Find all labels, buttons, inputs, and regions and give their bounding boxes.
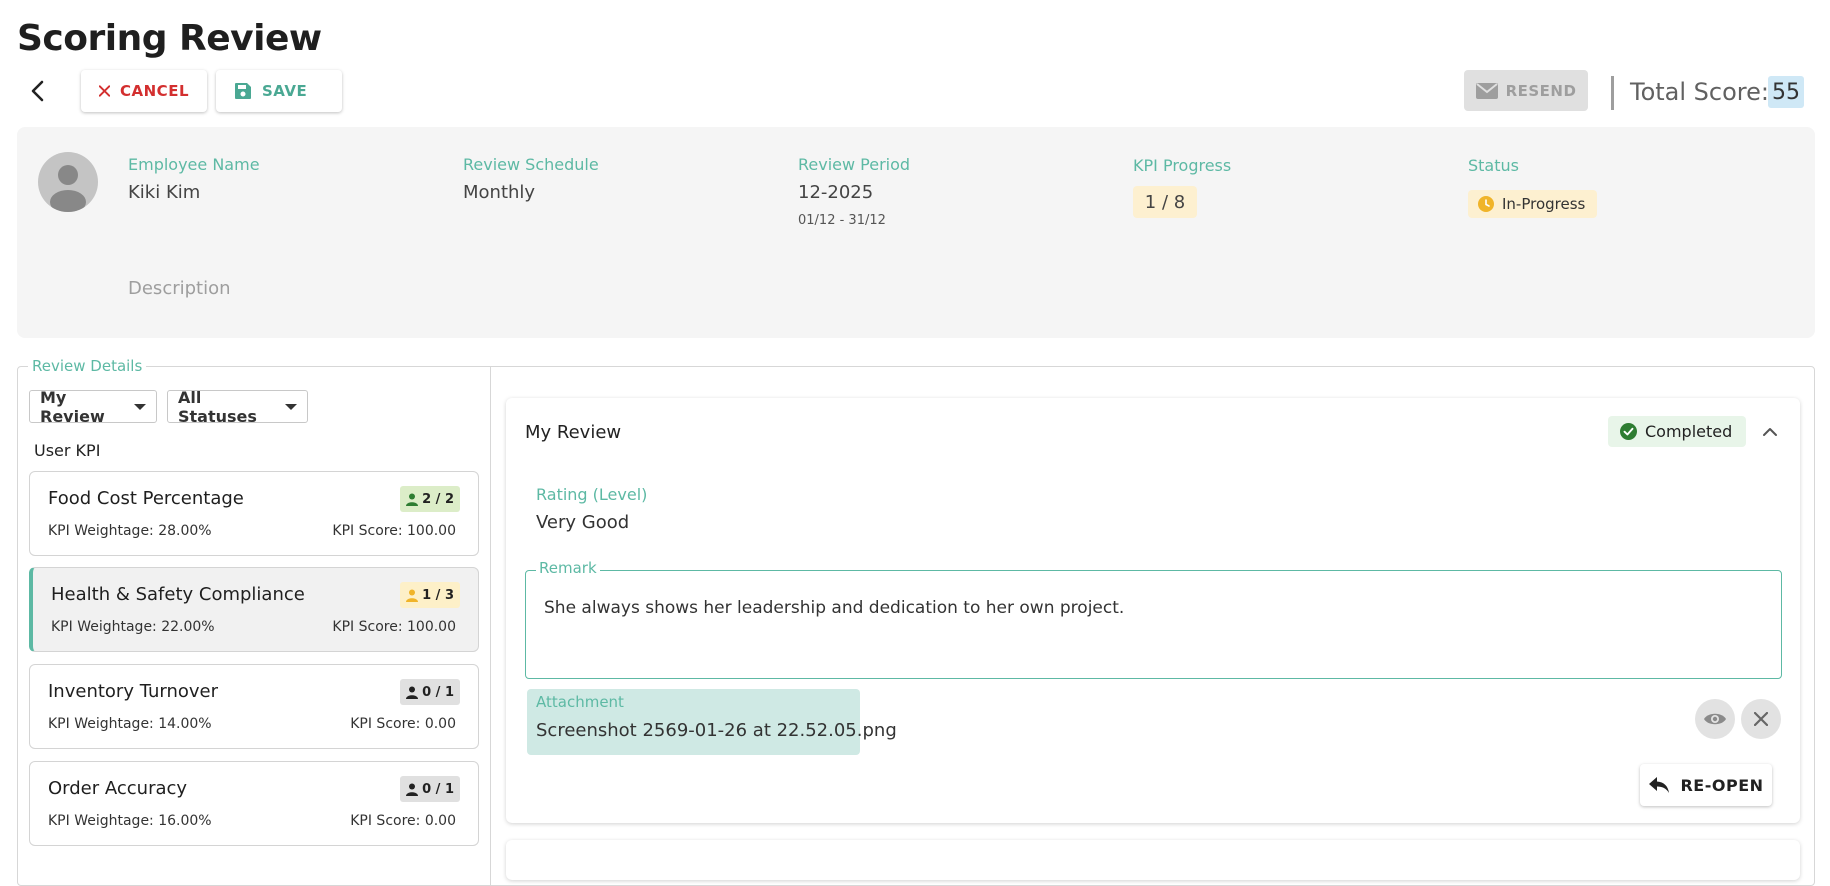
collapse-button[interactable] bbox=[1756, 418, 1784, 446]
person-icon bbox=[406, 493, 419, 506]
rating-value: Very Good bbox=[536, 512, 630, 533]
status-label: Status bbox=[1468, 156, 1519, 175]
kpi-badge-count: 0 / 1 bbox=[422, 781, 454, 797]
kpi-reviewer-badge: 2 / 2 bbox=[400, 486, 460, 512]
attachment-filename: Screenshot 2569-01-26 at 22.52.05.png bbox=[536, 720, 897, 741]
review-period-range: 01/12 - 31/12 bbox=[798, 213, 886, 228]
eye-icon bbox=[1704, 713, 1726, 725]
status-value: In-Progress bbox=[1502, 195, 1586, 213]
attachment-label: Attachment bbox=[536, 693, 624, 711]
reopen-label: RE-OPEN bbox=[1680, 775, 1764, 795]
next-review-card bbox=[506, 840, 1800, 880]
reply-icon bbox=[1649, 777, 1670, 793]
review-info-panel bbox=[17, 127, 1815, 338]
remove-attachment-button[interactable] bbox=[1741, 699, 1781, 739]
remark-field[interactable] bbox=[525, 570, 1782, 679]
clock-icon bbox=[1478, 196, 1494, 212]
save-disk-icon bbox=[235, 83, 251, 99]
kpi-score: KPI Score: 100.00 bbox=[332, 619, 456, 635]
mail-icon bbox=[1475, 82, 1498, 99]
kpi-weightage: KPI Weightage: 28.00% bbox=[48, 523, 212, 539]
person-icon bbox=[406, 686, 419, 699]
chevron-up-icon bbox=[1763, 428, 1777, 436]
review-details-legend: Review Details bbox=[28, 357, 147, 375]
kpi-score: KPI Score: 0.00 bbox=[350, 813, 456, 829]
kpi-score: KPI Score: 0.00 bbox=[350, 716, 456, 732]
employee-name-label: Employee Name bbox=[128, 155, 260, 174]
review-schedule: Monthly bbox=[463, 182, 536, 203]
kpi-reviewer-badge: 0 / 1 bbox=[400, 679, 460, 705]
panel-divider bbox=[490, 366, 491, 886]
review-card-title: My Review bbox=[525, 422, 622, 443]
close-icon bbox=[1754, 712, 1768, 726]
kpi-card[interactable]: Food Cost Percentage 2 / 2 KPI Weightage… bbox=[29, 471, 479, 556]
view-attachment-button[interactable] bbox=[1695, 699, 1735, 739]
check-circle-icon bbox=[1620, 423, 1637, 440]
caret-down-icon bbox=[134, 403, 146, 410]
review-period-label: Review Period bbox=[798, 155, 911, 174]
kpi-title: Inventory Turnover bbox=[48, 681, 218, 702]
kpi-badge-count: 2 / 2 bbox=[422, 491, 454, 507]
remark-label: Remark bbox=[536, 559, 600, 577]
person-icon bbox=[406, 589, 419, 602]
kpi-card[interactable]: Order Accuracy 0 / 1 KPI Weightage: 16.0… bbox=[29, 761, 479, 846]
completed-status-label: Completed bbox=[1645, 422, 1733, 441]
status-chip: In-Progress bbox=[1468, 190, 1598, 218]
kpi-progress-chip: 1 / 8 bbox=[1133, 186, 1197, 218]
kpi-weightage: KPI Weightage: 16.00% bbox=[48, 813, 212, 829]
kpi-title: Order Accuracy bbox=[48, 778, 188, 799]
kpi-badge-count: 1 / 3 bbox=[422, 587, 454, 603]
completed-status-chip: Completed bbox=[1608, 416, 1747, 447]
review-period: 12-2025 bbox=[798, 182, 874, 203]
header-divider bbox=[1611, 76, 1614, 110]
employee-name: Kiki Kim bbox=[128, 182, 201, 203]
kpi-card-selected[interactable]: Health & Safety Compliance 1 / 3 KPI Wei… bbox=[29, 567, 479, 652]
save-label: SAVE bbox=[262, 82, 308, 100]
total-score-value: 55 bbox=[1768, 76, 1804, 108]
review-filter-select[interactable]: My Review bbox=[29, 387, 157, 426]
kpi-weightage: KPI Weightage: 22.00% bbox=[51, 619, 215, 635]
review-filter-value: My Review bbox=[40, 387, 105, 426]
kpi-progress-label: KPI Progress bbox=[1133, 156, 1232, 175]
reopen-button[interactable]: RE-OPEN bbox=[1640, 764, 1772, 806]
kpi-score: KPI Score: 100.00 bbox=[332, 523, 456, 539]
description-label: Description bbox=[128, 278, 231, 299]
back-arrow-icon bbox=[31, 80, 44, 102]
remark-text: She always shows her leadership and dedi… bbox=[544, 598, 1125, 618]
kpi-title: Health & Safety Compliance bbox=[51, 584, 305, 605]
caret-down-icon bbox=[285, 403, 297, 410]
user-avatar-icon bbox=[38, 152, 98, 212]
cancel-label: CANCEL bbox=[120, 82, 189, 100]
page-title: Scoring Review bbox=[17, 18, 322, 59]
resend-label: RESEND bbox=[1505, 81, 1577, 100]
kpi-reviewer-badge: 1 / 3 bbox=[400, 582, 460, 608]
resend-button[interactable]: RESEND bbox=[1464, 70, 1588, 111]
rating-label: Rating (Level) bbox=[536, 485, 648, 504]
kpi-card[interactable]: Inventory Turnover 0 / 1 KPI Weightage: … bbox=[29, 664, 479, 749]
total-score-label: Total Score: bbox=[1630, 78, 1769, 106]
kpi-badge-count: 0 / 1 bbox=[422, 684, 454, 700]
kpi-group-label: User KPI bbox=[34, 441, 101, 460]
person-icon bbox=[406, 783, 419, 796]
kpi-weightage: KPI Weightage: 14.00% bbox=[48, 716, 212, 732]
kpi-title: Food Cost Percentage bbox=[48, 488, 244, 509]
review-schedule-label: Review Schedule bbox=[463, 155, 599, 174]
status-filter-select[interactable]: All Statuses bbox=[167, 387, 308, 426]
close-icon bbox=[99, 85, 111, 97]
cancel-button[interactable]: CANCEL bbox=[81, 70, 207, 112]
back-button[interactable] bbox=[22, 74, 54, 108]
kpi-reviewer-badge: 0 / 1 bbox=[400, 776, 460, 802]
save-button[interactable]: SAVE bbox=[216, 70, 342, 112]
status-filter-value: All Statuses bbox=[178, 387, 257, 426]
